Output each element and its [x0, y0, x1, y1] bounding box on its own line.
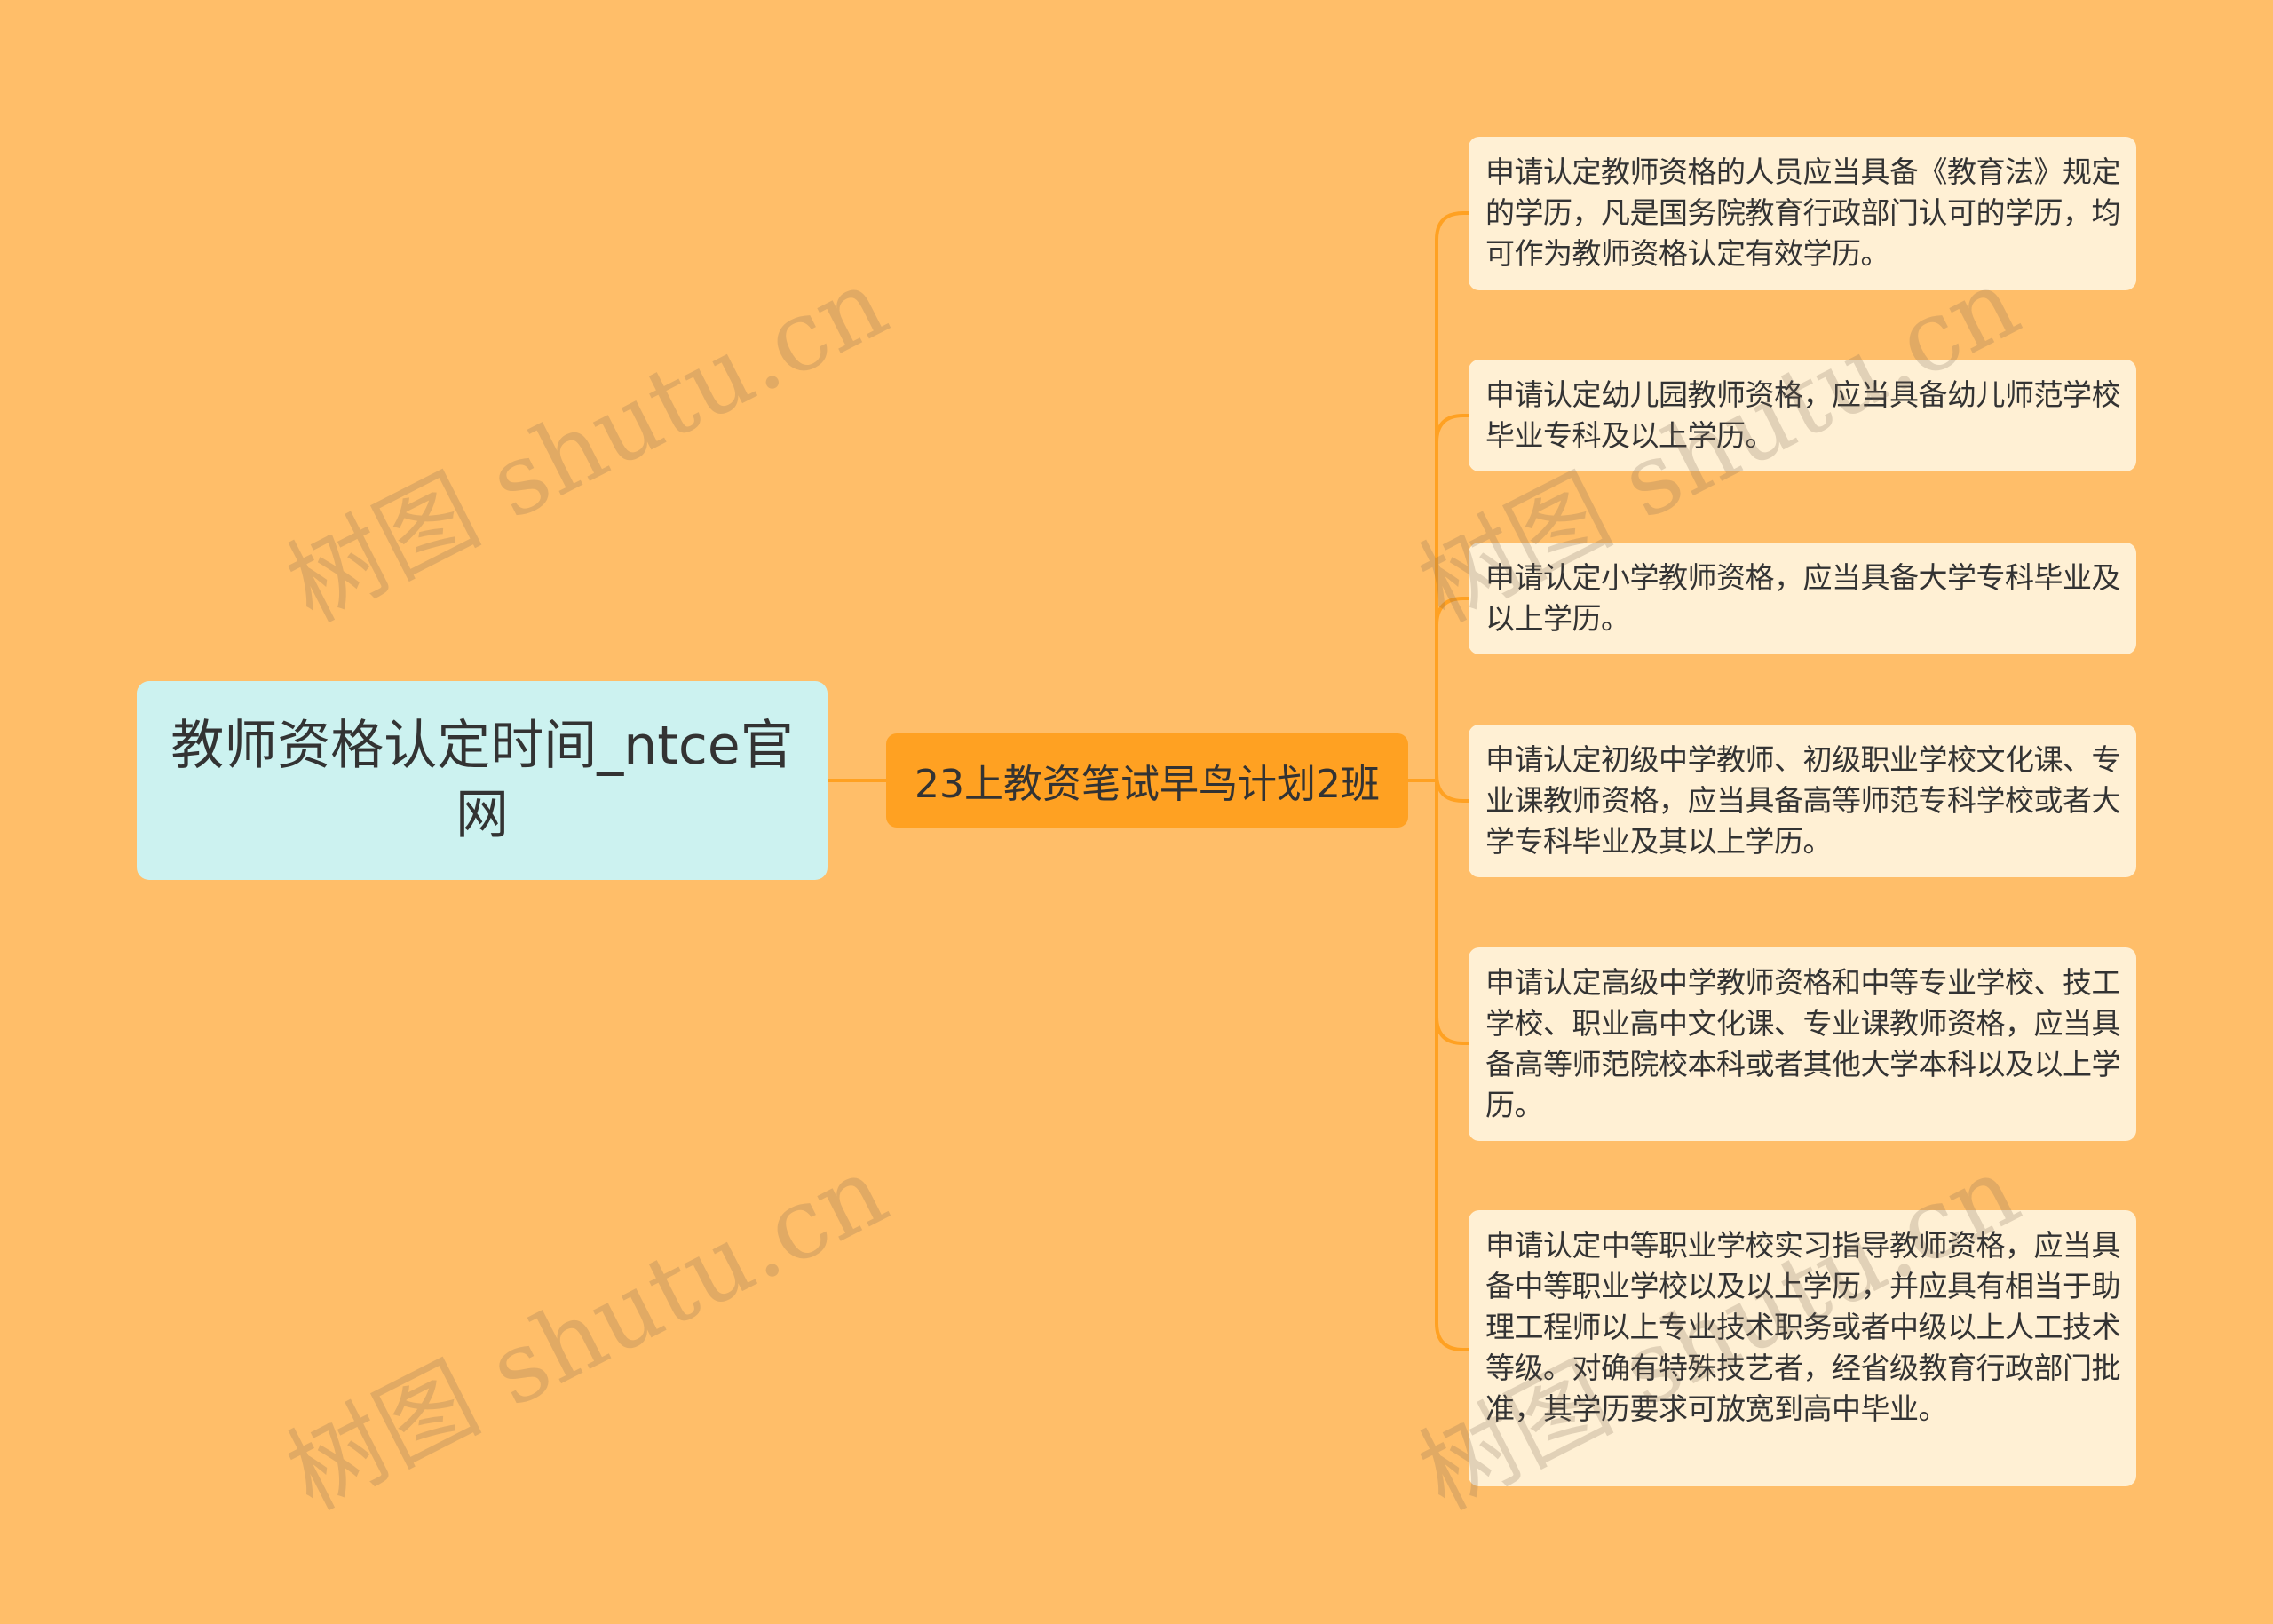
leaf-connector-6 [1435, 1322, 1469, 1351]
leaf-connector-2 [1435, 414, 1469, 443]
leaf-connector-4 [1435, 773, 1469, 803]
leaf-node-3[interactable]: 申请认定小学教师资格，应当具备大学专科毕业及以上学历。 [1469, 543, 2136, 654]
leaf-connector-5 [1435, 1016, 1469, 1045]
branch-node-label: 23上教资笔试早鸟计划2班 [915, 762, 1380, 807]
leaf-connector-1 [1435, 211, 1469, 241]
leaf-node-label: 申请认定高级中学教师资格和中等专业学校、技工学校、职业高中文化课、专业课教师资格… [1485, 965, 2121, 1122]
leaf-node-label: 申请认定中等职业学校实习指导教师资格，应当具备中等职业学校以及以上学历，并应具有… [1485, 1228, 2121, 1426]
leaf-node-5[interactable]: 申请认定高级中学教师资格和中等专业学校、技工学校、职业高中文化课、专业课教师资格… [1469, 947, 2136, 1141]
leaf-node-label: 申请认定小学教师资格，应当具备大学专科毕业及以上学历。 [1485, 560, 2121, 636]
leaf-node-2[interactable]: 申请认定幼儿园教师资格，应当具备幼儿师范学校毕业专科及以上学历。 [1469, 360, 2136, 471]
leaf-node-1[interactable]: 申请认定教师资格的人员应当具备《教育法》规定的学历，凡是国务院教育行政部门认可的… [1469, 137, 2136, 290]
leaf-node-4[interactable]: 申请认定初级中学教师、初级职业学校文化课、专业课教师资格，应当具备高等师范专科学… [1469, 725, 2136, 877]
leaf-node-label: 申请认定教师资格的人员应当具备《教育法》规定的学历，凡是国务院教育行政部门认可的… [1485, 154, 2121, 271]
leaf-connector-3 [1435, 597, 1469, 626]
branch-node[interactable]: 23上教资笔试早鸟计划2班 [886, 733, 1408, 828]
leaf-node-label: 申请认定幼儿园教师资格，应当具备幼儿师范学校毕业专科及以上学历。 [1485, 377, 2121, 453]
leaf-node-label: 申请认定初级中学教师、初级职业学校文化课、专业课教师资格，应当具备高等师范专科学… [1485, 742, 2121, 859]
root-node[interactable]: 教师资格认定时间_ntce官网 [137, 681, 828, 880]
root-node-label: 教师资格认定时间_ntce官网 [170, 715, 794, 846]
leaf-node-6[interactable]: 申请认定中等职业学校实习指导教师资格，应当具备中等职业学校以及以上学历，并应具有… [1469, 1210, 2136, 1486]
